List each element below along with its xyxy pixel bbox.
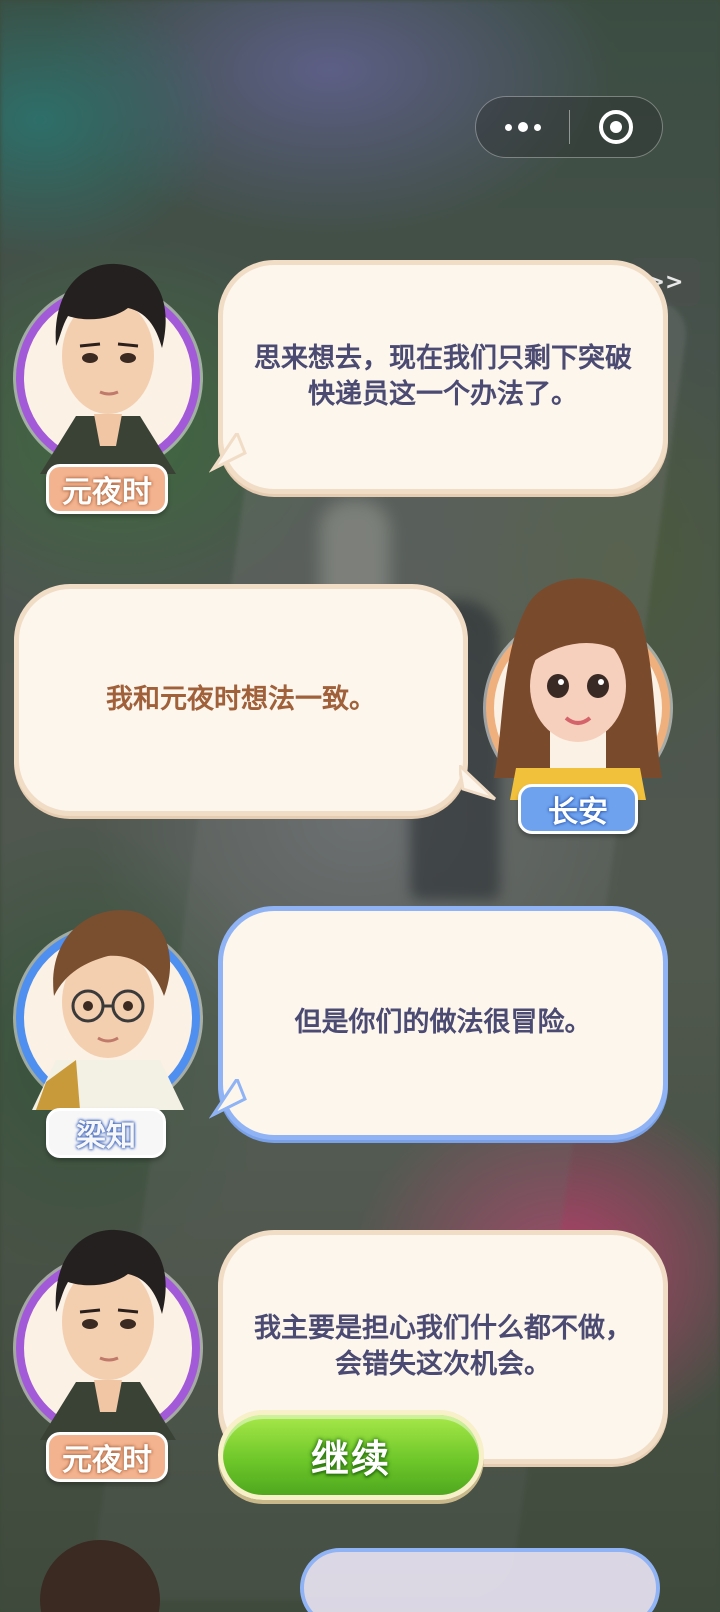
- dialogue-text: 思来想去，现在我们只剩下突破快递员这一个办法了。: [254, 342, 632, 410]
- target-close-icon[interactable]: [570, 97, 662, 157]
- dialogue-text: 但是你们的做法很冒险。: [294, 1006, 592, 1038]
- speech-bubble: 思来想去，现在我们只剩下突破快递员这一个办法了。: [209, 260, 668, 494]
- portrait-yuanyeshi: [40, 1229, 176, 1440]
- mini-program-capsule: [475, 96, 663, 158]
- portrait-yuanyeshi: [40, 263, 176, 474]
- speech-bubble: 但是你们的做法很冒险。: [209, 906, 668, 1140]
- speaker-name-tag: 元夜时: [46, 464, 168, 514]
- next-bubble-peek: [300, 1548, 660, 1612]
- portrait-changan: [494, 578, 662, 800]
- speaker-name-tag: 梁知: [46, 1108, 166, 1158]
- dialogue-text: 我和元夜时想法一致。: [106, 683, 376, 715]
- bubble-tail: [209, 433, 247, 473]
- dialogue-text: 我主要是担心我们什么都不做，会错失这次机会。: [254, 1312, 632, 1380]
- bubble-tail: [209, 1079, 247, 1119]
- continue-button[interactable]: 继续: [218, 1410, 484, 1500]
- portrait-liangzhi: [32, 910, 184, 1110]
- speech-bubble: 我和元夜时想法一致。: [14, 584, 497, 816]
- more-dots-icon[interactable]: [476, 97, 569, 157]
- speaker-name-tag: 长安: [518, 784, 638, 834]
- speaker-name-tag: 元夜时: [46, 1432, 168, 1482]
